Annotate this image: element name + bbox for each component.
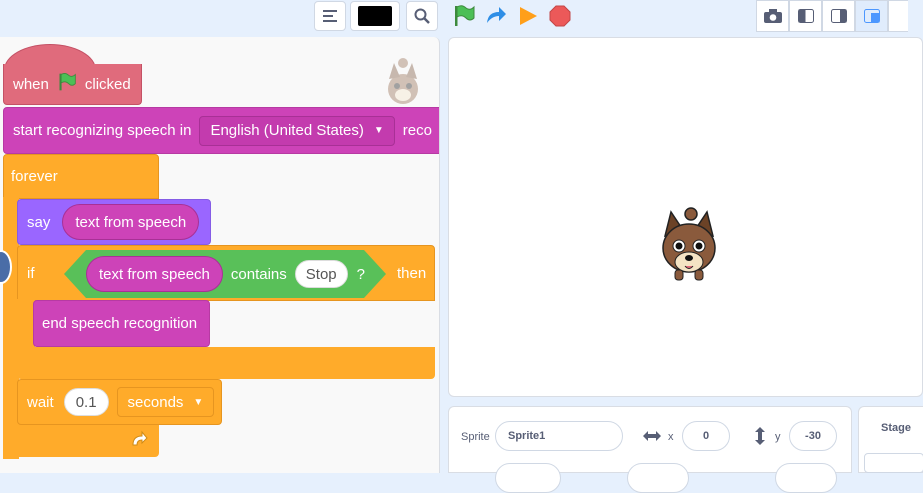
sprite-info-pane: Sprite Sprite1 x 0 y -30 (448, 406, 852, 493)
normal-stage-icon[interactable] (822, 0, 855, 32)
stage-canvas[interactable] (448, 37, 923, 397)
contains-operator-block[interactable]: text from speech contains Stop ? (64, 250, 386, 298)
forever-block[interactable]: forever (3, 154, 159, 199)
reporter-label: text from speech (99, 265, 210, 283)
direction-field[interactable] (775, 463, 837, 493)
stop-value-input[interactable]: Stop (294, 260, 348, 288)
y-arrows-icon (754, 427, 766, 450)
stop-icon[interactable] (548, 4, 572, 33)
small-stage-icon[interactable] (789, 0, 822, 32)
sprite-thumbnail-icon (384, 57, 422, 112)
if-bottom (17, 347, 435, 379)
wait-block[interactable]: wait 0.1 seconds ▼ (17, 379, 222, 425)
start-recognizing-trailing: reco (402, 122, 432, 139)
stop-value: Stop (305, 265, 337, 283)
stage-label: Stage (881, 422, 911, 434)
wait-unit-dropdown[interactable]: seconds ▼ (116, 387, 215, 417)
stage-view-group (756, 0, 908, 32)
sprite-label: Sprite (461, 431, 490, 443)
size-field[interactable] (627, 463, 689, 493)
end-speech-recognition-block[interactable]: end speech recognition (33, 300, 210, 347)
x-field[interactable]: 0 (682, 421, 730, 451)
stage-selector-pane[interactable]: Stage (858, 406, 923, 473)
y-label: y (775, 431, 781, 443)
run-icon[interactable] (516, 4, 540, 33)
redo-icon[interactable] (484, 4, 508, 33)
x-label: x (668, 431, 674, 443)
wait-label: wait (27, 393, 54, 411)
say-block[interactable]: say text from speech (17, 199, 211, 245)
text-from-speech-reporter[interactable]: text from speech (86, 256, 223, 292)
top-toolbar (0, 0, 923, 34)
language-value: English (United States) (210, 122, 364, 139)
color-picker-button[interactable] (350, 1, 400, 31)
text-from-speech-reporter[interactable]: text from speech (62, 204, 200, 240)
list-icon[interactable] (314, 1, 346, 31)
forever-label: forever (11, 168, 58, 185)
camera-icon[interactable] (756, 0, 789, 32)
then-label: then (397, 264, 427, 282)
sprite-name-value: Sprite1 (508, 430, 546, 442)
dropdown-arrow-icon: ▼ (373, 125, 384, 136)
dog-sprite[interactable] (659, 206, 719, 291)
show-toggle[interactable] (495, 463, 561, 493)
x-arrows-icon (643, 429, 661, 447)
view-extra-icon[interactable] (888, 0, 908, 32)
sprite-name-field[interactable]: Sprite1 (495, 421, 623, 451)
hat-clicked-label: clicked (84, 75, 131, 93)
wait-value: 0.1 (75, 393, 97, 411)
fullscreen-layout-icon[interactable] (855, 0, 888, 32)
loop-arrow-icon (130, 430, 148, 453)
y-value: -30 (805, 430, 821, 442)
flag-icon (57, 72, 77, 96)
language-dropdown[interactable]: English (United States) ▼ (199, 115, 395, 146)
start-recognizing-block[interactable]: start recognizing speech in English (Uni… (3, 107, 439, 154)
wait-value-input[interactable]: 0.1 (63, 388, 109, 416)
end-speech-label: end speech recognition (42, 315, 198, 332)
dropdown-arrow-icon: ▼ (193, 396, 204, 408)
when-flag-clicked-block[interactable]: when clicked (3, 64, 142, 105)
wait-unit-value: seconds (127, 393, 184, 411)
search-icon[interactable] (406, 1, 438, 31)
green-flag-icon[interactable] (452, 4, 476, 33)
color-swatch (358, 6, 392, 26)
say-label: say (27, 213, 51, 231)
code-workspace[interactable]: when clicked start recognizing speech in… (0, 37, 440, 473)
contains-label: contains (230, 265, 287, 283)
hat-when-label: when (13, 75, 49, 93)
start-recognizing-label: start recognizing speech in (13, 122, 192, 139)
stage-thumbnail[interactable] (864, 453, 923, 473)
x-value: 0 (702, 430, 710, 442)
if-label: if (27, 264, 35, 282)
reporter-label: text from speech (75, 213, 187, 231)
question-mark: ? (356, 265, 365, 283)
y-field[interactable]: -30 (789, 421, 837, 451)
